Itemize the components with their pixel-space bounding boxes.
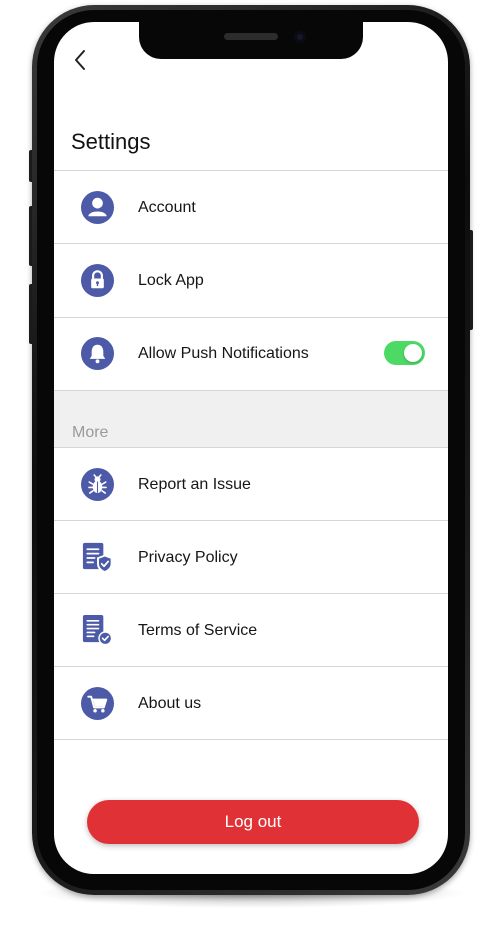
more-item-privacy-policy[interactable]: Privacy Policy	[54, 521, 448, 594]
more-item-label: About us	[138, 694, 202, 712]
speaker	[224, 33, 278, 40]
section-header-more	[54, 390, 448, 447]
chevron-left-icon	[75, 50, 85, 70]
notch	[139, 22, 363, 59]
push-notifications-toggle[interactable]	[384, 341, 425, 365]
settings-item-label: Account	[138, 198, 196, 216]
more-item-about-us[interactable]: About us	[54, 667, 448, 740]
more-item-report-issue[interactable]: Report an Issue	[54, 448, 448, 521]
bug-icon	[80, 467, 115, 502]
section-label: More	[72, 424, 109, 441]
more-item-label: Report an Issue	[138, 475, 251, 493]
lock-icon	[80, 263, 115, 298]
more-item-terms-of-service[interactable]: Terms of Service	[54, 594, 448, 667]
divider	[54, 390, 448, 391]
more-item-label: Privacy Policy	[138, 548, 238, 566]
more-item-label: Terms of Service	[138, 621, 258, 639]
back-button[interactable]	[68, 46, 92, 74]
privacy-document-icon	[80, 540, 115, 575]
settings-item-label: Lock App	[138, 271, 204, 289]
user-icon	[80, 190, 115, 225]
app-screen: Settings Account Lock App Allow Push Not…	[54, 22, 448, 874]
logout-button[interactable]: Log out	[87, 800, 419, 844]
terms-document-icon	[80, 613, 115, 648]
cart-icon	[80, 686, 115, 721]
page-title: Settings	[71, 129, 151, 154]
settings-item-lock-app[interactable]: Lock App	[54, 244, 448, 317]
toggle-knob	[404, 344, 422, 362]
divider	[54, 739, 448, 740]
settings-item-account[interactable]: Account	[54, 171, 448, 244]
settings-item-label: Allow Push Notifications	[138, 344, 309, 362]
front-camera	[294, 31, 306, 43]
bell-icon	[80, 336, 115, 371]
